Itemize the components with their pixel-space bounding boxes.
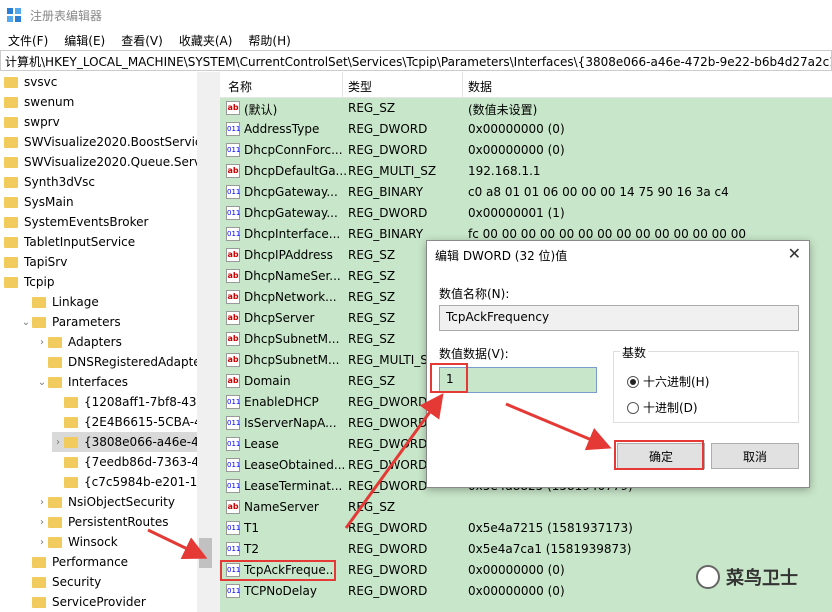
regedit-window: 注册表编辑器 文件(F) 编辑(E) 查看(V) 收藏夹(A) 帮助(H) 计算… xyxy=(0,0,832,612)
arrow-to-input xyxy=(344,393,444,529)
watermark: 菜鸟卫士 xyxy=(696,564,798,590)
arrow-to-row xyxy=(147,528,208,560)
watermark-text: 菜鸟卫士 xyxy=(726,568,798,589)
arrow-to-ok xyxy=(505,402,612,451)
wechat-icon xyxy=(696,565,720,589)
annotation-arrows xyxy=(147,393,612,560)
